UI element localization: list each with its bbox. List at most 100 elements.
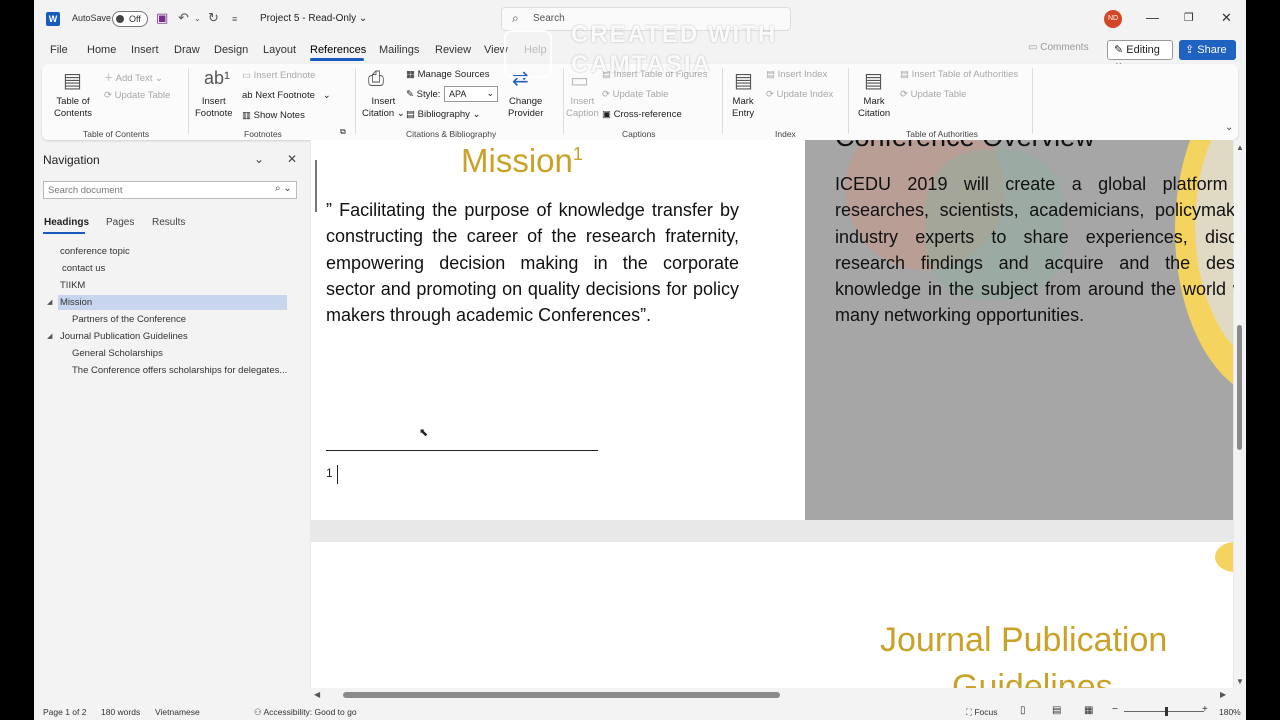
web-layout-icon[interactable]: ▦ [1084, 705, 1093, 716]
tab-results[interactable]: Results [152, 217, 185, 228]
share-button[interactable]: ⇪ Share ⌄ [1179, 40, 1236, 69]
overview-paragraph[interactable]: ICEDU 2019 will create a global platform… [835, 171, 1234, 329]
autosave-toggle[interactable]: Off [112, 11, 148, 27]
mark-citation-button[interactable]: Mark Citation [858, 96, 890, 120]
save-icon[interactable]: ▣ [156, 10, 168, 26]
accessibility-status[interactable]: ⚇ Accessibility: Good to go [254, 707, 357, 718]
focus-button[interactable]: ⛶ Focus [966, 707, 997, 718]
mission-heading[interactable]: Mission1 [461, 142, 583, 180]
insert-endnote-button[interactable]: ▭ Insert Endnote [242, 70, 315, 81]
heading-item[interactable]: conference topic [60, 246, 130, 257]
table-of-contents-icon: ▤ [63, 70, 82, 92]
manage-sources-button[interactable]: ▦ Manage Sources [406, 69, 489, 80]
collapse-triangle-icon[interactable]: ◢ [47, 298, 52, 306]
insert-table-of-authorities-button[interactable]: ▤ Insert Table of Authorities [900, 69, 1018, 80]
heading-item[interactable]: General Scholarships [72, 348, 163, 359]
separator [563, 68, 564, 134]
avatar[interactable]: ND [1104, 10, 1122, 28]
heading-item[interactable]: The Conference offers scholarships for d… [72, 365, 287, 376]
journal-heading-line2[interactable]: Guidelines [952, 668, 1113, 688]
word-logo-icon: W [46, 12, 60, 26]
footnote-dialog-launcher-icon[interactable]: ⧉ [340, 127, 346, 137]
update-authorities-table-button[interactable]: ⟳ Update Table [900, 89, 966, 100]
change-provider-button[interactable]: Change Provider [508, 96, 543, 120]
footnote-number[interactable]: 1 [326, 466, 333, 480]
tab-design[interactable]: Design [214, 44, 248, 56]
undo-icon[interactable]: ↶ [178, 10, 189, 26]
document-title[interactable]: Project 5 - Read-Only ⌄ [260, 13, 367, 24]
group-label-toc: Table of Contents [83, 129, 150, 139]
citation-style-select[interactable]: APA ⌄ [444, 86, 498, 102]
zoom-slider-track[interactable] [1124, 711, 1204, 712]
page-count[interactable]: Page 1 of 2 [43, 707, 86, 717]
collapse-ribbon-icon[interactable]: ⌄ [1225, 122, 1233, 133]
cross-reference-button[interactable]: ▣ Cross-reference [602, 109, 682, 120]
redo-icon[interactable]: ↻ [208, 10, 219, 26]
scroll-up-icon[interactable]: ▲ [1236, 143, 1244, 152]
heading-item[interactable]: Partners of the Conference [72, 314, 186, 325]
navigation-pane: Navigation ⌄ ✕ Search document ⌕ ⌄ Headi… [34, 143, 310, 700]
update-table-button[interactable]: ⟳ Update Table [104, 90, 170, 101]
tab-home[interactable]: Home [87, 44, 116, 56]
tab-pages[interactable]: Pages [106, 217, 134, 228]
comments-button[interactable]: ▭ Comments [1028, 42, 1100, 59]
journal-heading-line1[interactable]: Journal Publication [880, 621, 1167, 660]
selected-heading-highlight [58, 295, 287, 310]
horizontal-scroll-thumb[interactable] [343, 692, 780, 698]
horizontal-scrollbar[interactable]: ◀ ▶ [310, 688, 1234, 702]
footnote-reference[interactable]: 1 [573, 144, 583, 164]
insert-citation-button[interactable]: Insert Citation ⌄ [362, 96, 405, 120]
tab-insert[interactable]: Insert [131, 44, 159, 56]
next-footnote-button[interactable]: ab Next Footnote ⌄ [242, 90, 331, 101]
read-mode-icon[interactable]: ▯ [1020, 705, 1026, 716]
bibliography-button[interactable]: ▤ Bibliography ⌄ [406, 109, 481, 120]
close-icon[interactable]: ✕ [287, 152, 297, 166]
mission-paragraph[interactable]: ” Facilitating the purpose of knowledge … [326, 197, 739, 328]
search-icon[interactable]: ⌕ ⌄ [275, 183, 292, 194]
mark-entry-button[interactable]: Mark Entry [732, 96, 754, 120]
language-status[interactable]: Vietnamese [155, 707, 200, 717]
tab-mailings[interactable]: Mailings [379, 44, 419, 56]
zoom-slider-knob[interactable] [1165, 707, 1168, 716]
print-layout-icon[interactable]: ▤ [1052, 705, 1061, 716]
zoom-out-icon[interactable]: − [1112, 704, 1118, 715]
insert-caption-button[interactable]: Insert Caption [566, 96, 599, 120]
update-index-button[interactable]: ⟳ Update Index [766, 89, 833, 100]
minimize-icon[interactable]: — [1146, 10, 1159, 25]
overview-heading[interactable]: Conference Overview [835, 140, 1095, 153]
toggle-knob [116, 15, 124, 23]
close-window-icon[interactable]: ✕ [1221, 10, 1232, 26]
show-notes-button[interactable]: ▥ Show Notes [242, 110, 305, 121]
group-label-captions: Captions [622, 129, 656, 139]
scroll-right-icon[interactable]: ▶ [1220, 690, 1226, 699]
zoom-level[interactable]: 180% [1219, 707, 1241, 717]
table-of-contents-button[interactable]: Table of Contents [54, 96, 92, 120]
editing-mode-button[interactable]: ✎ Editing ⌄ [1107, 40, 1173, 69]
search-icon: ⌕ [512, 11, 519, 25]
zoom-in-icon[interactable]: + [1202, 704, 1208, 715]
heading-item[interactable]: contact us [62, 263, 105, 274]
vertical-scrollbar[interactable]: ▲ ▼ [1234, 140, 1246, 688]
tab-references[interactable]: References [310, 44, 366, 56]
heading-item[interactable]: Journal Publication Guidelines [60, 331, 188, 342]
insert-footnote-button[interactable]: Insert Footnote [195, 96, 233, 120]
customize-toolbar-icon[interactable]: ≡ [232, 14, 237, 24]
heading-item-selected[interactable]: Mission [60, 297, 92, 308]
collapse-triangle-icon[interactable]: ◢ [47, 332, 52, 340]
restore-icon[interactable]: ❐ [1184, 11, 1194, 24]
vertical-scroll-thumb[interactable] [1237, 325, 1242, 450]
tab-headings[interactable]: Headings [44, 217, 89, 228]
scroll-left-icon[interactable]: ◀ [314, 690, 320, 699]
tab-review[interactable]: Review [435, 44, 471, 56]
heading-item[interactable]: TIIKM [60, 280, 85, 291]
chevron-down-icon[interactable]: ⌄ [254, 152, 264, 166]
undo-dropdown-icon[interactable]: ⌄ [194, 14, 201, 23]
tab-layout[interactable]: Layout [263, 44, 296, 56]
word-count[interactable]: 180 words [101, 707, 140, 717]
update-captions-table-button[interactable]: ⟳ Update Table [602, 89, 668, 100]
navigation-search-input[interactable]: Search document ⌕ ⌄ [43, 181, 297, 199]
scroll-down-icon[interactable]: ▼ [1236, 677, 1244, 686]
tab-file[interactable]: File [50, 44, 68, 56]
tab-draw[interactable]: Draw [174, 44, 200, 56]
add-text-button[interactable]: ＋ Add Text ⌄ [104, 70, 163, 84]
